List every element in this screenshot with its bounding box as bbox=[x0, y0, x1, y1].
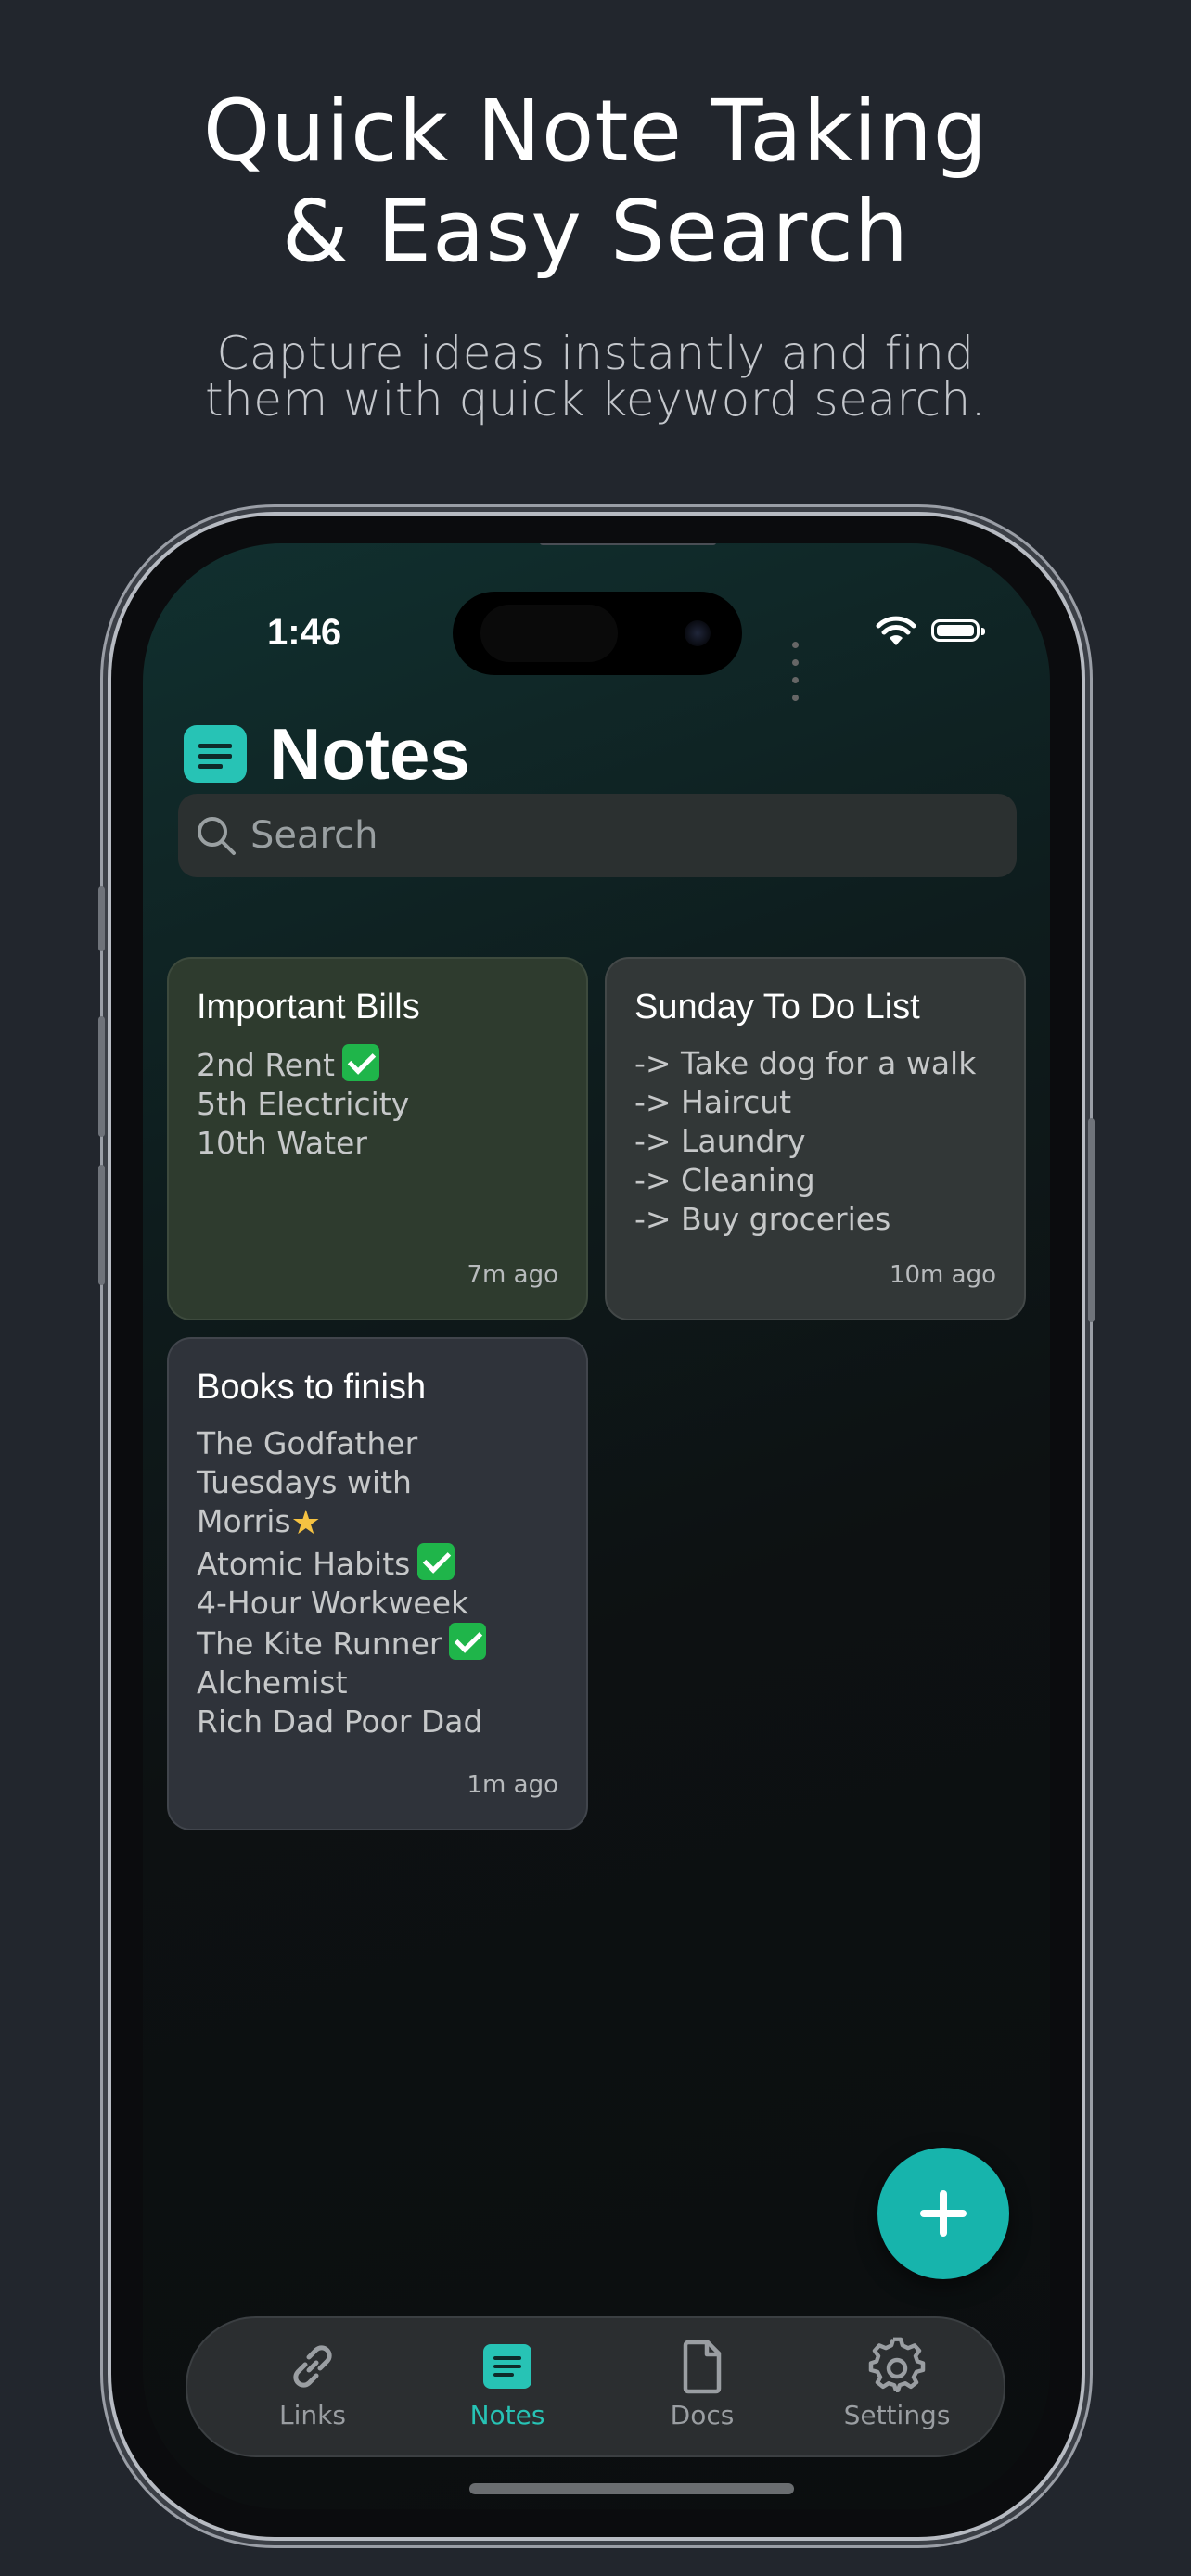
note-line: The Kite Runner bbox=[197, 1623, 558, 1664]
search-input[interactable] bbox=[249, 809, 976, 862]
note-title: Important Bills bbox=[197, 988, 420, 1027]
volume-down-button bbox=[98, 1165, 105, 1285]
note-timestamp: 7m ago bbox=[467, 1261, 558, 1289]
note-card-sunday-todo[interactable]: Sunday To Do List -> Take dog for a walk… bbox=[605, 957, 1026, 1320]
note-title: Books to finish bbox=[197, 1368, 427, 1407]
note-line: Atomic Habits bbox=[197, 1543, 558, 1584]
note-line: 2nd Rent bbox=[197, 1044, 558, 1085]
document-icon bbox=[683, 2340, 722, 2394]
gear-icon bbox=[868, 2337, 926, 2392]
hero-subtitle-line: them with quick keyword search. bbox=[204, 373, 987, 427]
note-line: 5th Electricity bbox=[197, 1086, 410, 1122]
page-title: Notes bbox=[269, 713, 470, 795]
note-line: Morris★ bbox=[197, 1503, 321, 1542]
notes-icon bbox=[184, 725, 247, 783]
tab-label: Notes bbox=[469, 2400, 545, 2430]
tab-links[interactable]: Links bbox=[243, 2337, 382, 2430]
note-timestamp: 1m ago bbox=[467, 1771, 558, 1799]
tab-settings[interactable]: Settings bbox=[827, 2337, 967, 2430]
checkmark-icon bbox=[341, 1044, 379, 1081]
wifi-icon bbox=[876, 616, 916, 645]
star-icon: ★ bbox=[290, 1504, 321, 1542]
dynamic-island bbox=[453, 592, 742, 675]
hero-subtitle: Capture ideas instantly and find them wi… bbox=[0, 330, 1191, 423]
note-line: 4-Hour Workweek bbox=[197, 1585, 469, 1621]
checkmark-icon bbox=[417, 1543, 455, 1580]
note-card-books[interactable]: Books to finish The Godfather Tuesdays w… bbox=[167, 1337, 588, 1830]
note-timestamp: 10m ago bbox=[889, 1261, 996, 1289]
note-title: Sunday To Do List bbox=[634, 988, 920, 1027]
note-line: -> Buy groceries bbox=[634, 1201, 891, 1237]
hero-subtitle-line: Capture ideas instantly and find bbox=[216, 326, 975, 380]
volume-up-button bbox=[98, 1016, 105, 1137]
phone-frame: 1:46 Notes Search Important Bills 2nd Re… bbox=[98, 516, 1095, 2537]
note-line: -> Cleaning bbox=[634, 1162, 815, 1198]
hero-title-line: & Easy Search bbox=[281, 182, 910, 281]
tab-notes[interactable]: Notes bbox=[438, 2337, 577, 2430]
tab-docs[interactable]: Docs bbox=[633, 2337, 772, 2430]
add-note-button[interactable] bbox=[877, 2148, 1009, 2279]
tab-label: Docs bbox=[670, 2400, 735, 2430]
note-line: Alchemist bbox=[197, 1664, 348, 1701]
home-indicator[interactable] bbox=[469, 2483, 794, 2494]
note-line: The Godfather bbox=[197, 1425, 418, 1461]
hero-title-line: Quick Note Taking bbox=[202, 82, 989, 181]
power-button bbox=[1088, 1118, 1095, 1322]
front-camera bbox=[685, 620, 711, 646]
tab-bar: Links Notes Docs Settings bbox=[186, 2316, 1005, 2457]
checkmark-icon bbox=[449, 1623, 487, 1660]
search-bar[interactable] bbox=[178, 794, 1017, 877]
status-time: 1:46 bbox=[267, 612, 342, 653]
note-line: 10th Water bbox=[197, 1125, 367, 1161]
note-line: -> Haircut bbox=[634, 1084, 792, 1120]
note-card-important-bills[interactable]: Important Bills 2nd Rent 5th Electricity… bbox=[167, 957, 588, 1320]
phone-screen: 1:46 Notes Search Important Bills 2nd Re… bbox=[143, 543, 1050, 2509]
battery-icon bbox=[931, 619, 985, 642]
action-button bbox=[98, 886, 105, 951]
link-icon bbox=[293, 2345, 332, 2388]
note-line: -> Laundry bbox=[634, 1123, 806, 1159]
hero-title: Quick Note Taking & Easy Search bbox=[0, 82, 1191, 282]
tab-label: Settings bbox=[843, 2400, 951, 2430]
note-line: -> Take dog for a walk bbox=[634, 1045, 977, 1081]
note-line: Tuesdays with bbox=[197, 1464, 412, 1500]
speaker-grille bbox=[540, 543, 716, 545]
note-line: Rich Dad Poor Dad bbox=[197, 1703, 483, 1740]
signal-icon bbox=[792, 634, 803, 705]
search-icon bbox=[198, 817, 236, 855]
island-sensor bbox=[480, 605, 618, 662]
tab-label: Links bbox=[279, 2400, 346, 2430]
notes-icon bbox=[483, 2344, 531, 2389]
